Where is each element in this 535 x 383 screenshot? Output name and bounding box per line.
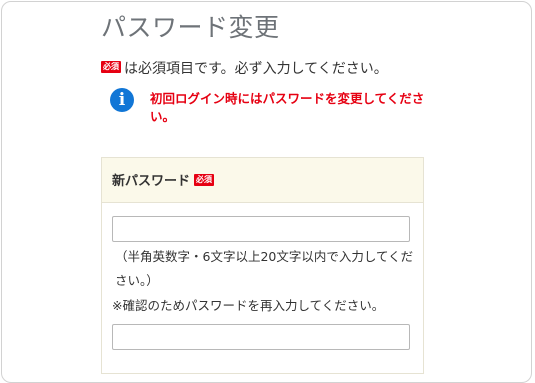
new-password-label: 新パスワード <box>112 174 191 189</box>
confirm-password-input[interactable] <box>112 324 410 350</box>
page-title: パスワード変更 <box>101 13 280 42</box>
new-password-panel: 新パスワード 必須 （半角英数字・6文字以上20文字以内で入力してください。） ※… <box>101 157 424 374</box>
info-icon: i <box>110 88 134 112</box>
confirm-password-label: ※確認のためパスワードを再入力してください。 <box>112 298 385 313</box>
first-login-notice: 初回ログイン時にはパスワードを変更してください。 <box>150 91 425 124</box>
new-password-header: 新パスワード 必須 <box>102 158 423 203</box>
required-badge: 必須 <box>194 173 215 186</box>
required-note-text: は必須項目です。必ず入力してください。 <box>124 61 388 77</box>
required-note: 必須 は必須項目です。必ず入力してください。 <box>101 58 388 78</box>
content-frame: パスワード変更 必須 は必須項目です。必ず入力してください。 i 初回ログイン時に… <box>1 1 532 383</box>
password-hint: （半角英数字・6文字以上20文字以内で入力してください。） <box>115 249 414 288</box>
new-password-input[interactable] <box>112 216 410 242</box>
required-badge: 必須 <box>101 61 121 73</box>
